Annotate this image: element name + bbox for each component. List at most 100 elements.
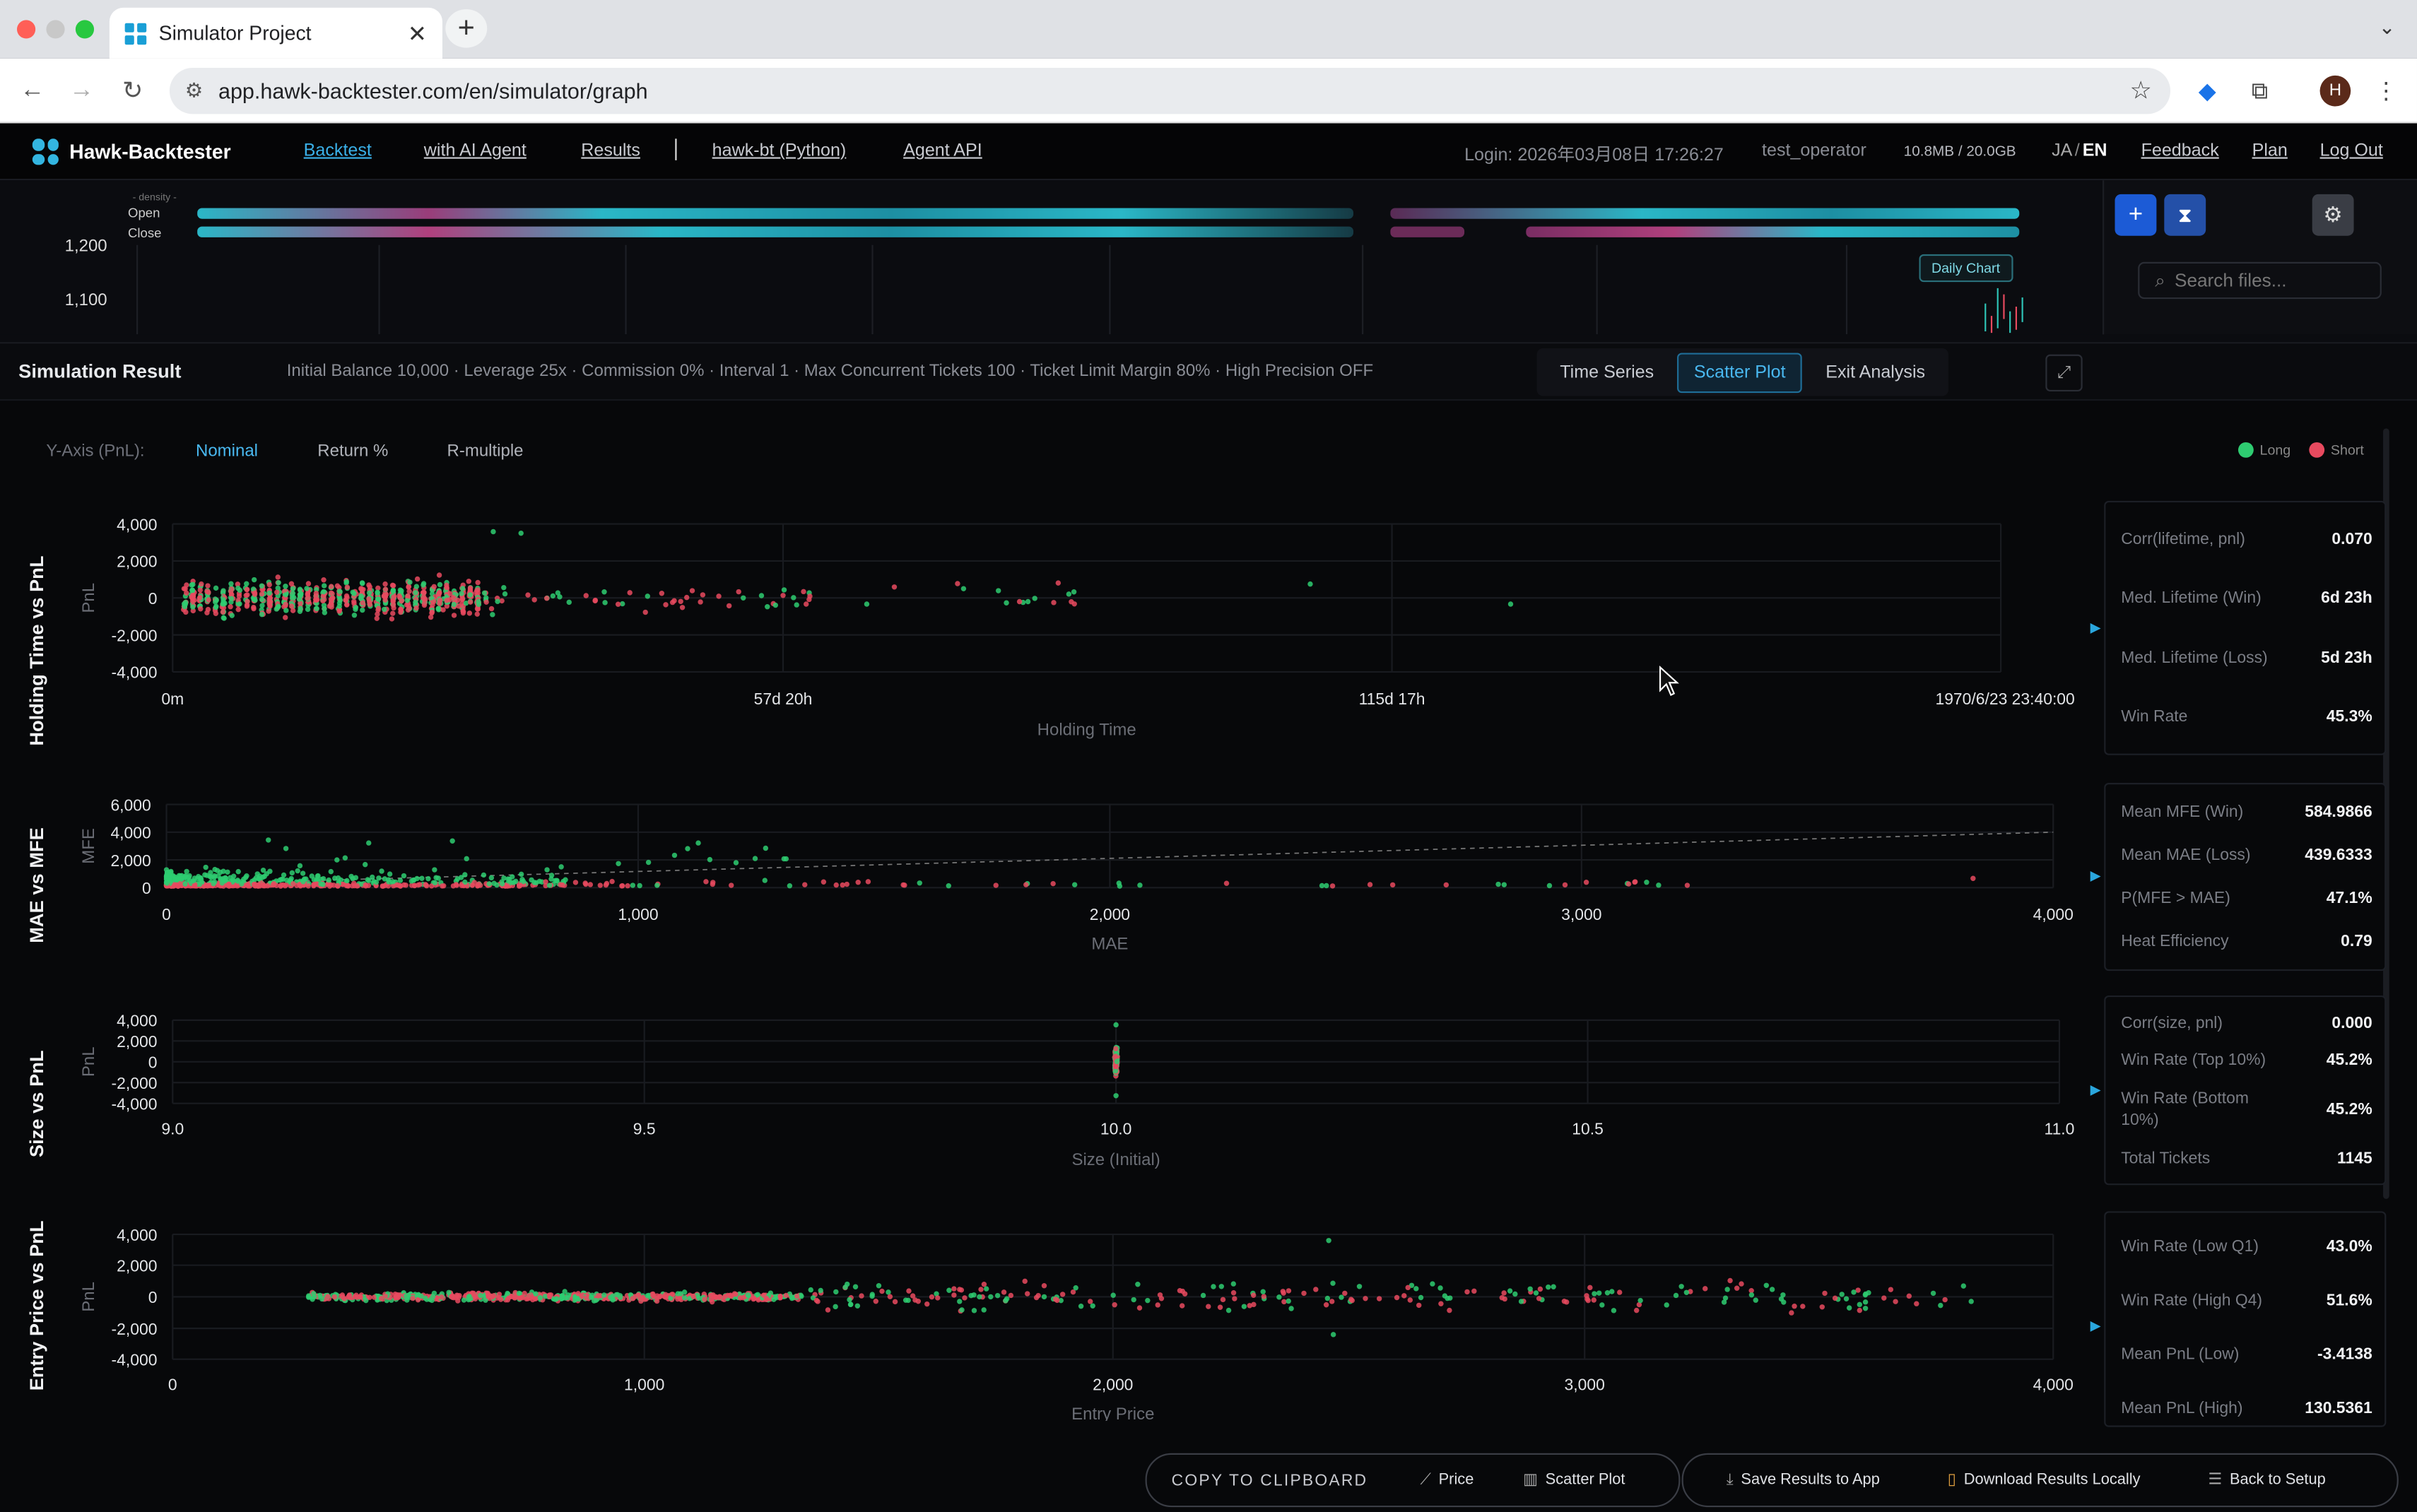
scatter-point (873, 1299, 879, 1304)
nav-ai-agent[interactable]: with AI Agent (424, 142, 527, 160)
x-axis-label: Holding Time (1037, 720, 1136, 739)
bookmark-star-icon[interactable]: ☆ (2130, 76, 2152, 107)
scatter-point (382, 606, 387, 613)
scatter-point (182, 873, 189, 879)
scatter-point (423, 596, 428, 602)
scatter-point (1656, 882, 1662, 888)
file-icon: ▯ (1947, 1471, 1956, 1489)
gear-icon[interactable]: ⚙ (2312, 194, 2354, 236)
scatter-point (321, 589, 327, 595)
scatter-point (1551, 1284, 1556, 1289)
x-tick-label: 1,000 (618, 905, 658, 923)
browser-tab[interactable]: Simulator Project ✕ (109, 7, 442, 59)
scatter-point (583, 1295, 589, 1301)
price-view-button[interactable]: ⟋ Price (1420, 1472, 1474, 1489)
profile-avatar[interactable]: H (2319, 75, 2351, 107)
add-file-button[interactable]: + (2115, 194, 2157, 236)
entry-price-scatter[interactable]: 4,000 2,000 0 -2,000 -4,000 0 1,000 2,000 3,000 4… (61, 1220, 2096, 1421)
nav-hawk-bt-python[interactable]: hawk-bt (Python) (712, 142, 847, 160)
forward-arrow-icon[interactable]: → (61, 71, 102, 111)
scatter-point (421, 589, 427, 596)
scatter-point (1247, 1303, 1252, 1309)
reload-icon[interactable]: ↻ (112, 71, 153, 111)
minimize-window-button[interactable] (46, 20, 65, 39)
x-tick-label: 115d 17h (1359, 690, 1425, 708)
scatter-point (175, 883, 181, 889)
y-mode-nominal[interactable]: Nominal (196, 442, 258, 461)
holding-time-scatter[interactable]: 4,000 2,000 0 -2,000 -4,0000m 57d 20h 115d 17h… (61, 509, 2096, 748)
nav-backtest[interactable]: Backtest (304, 142, 372, 160)
y-mode-return[interactable]: Return % (317, 442, 388, 461)
scatter-point (736, 589, 741, 595)
nav-plan[interactable]: Plan (2252, 142, 2288, 160)
scatter-point (1218, 1284, 1225, 1289)
expand-arrow-icon[interactable]: ▶ (2090, 868, 2101, 885)
y-tick-label: -4,000 (112, 1094, 158, 1113)
scatter-point (390, 583, 396, 589)
scatter-view-button[interactable]: ▥ Scatter Plot (1523, 1472, 1625, 1489)
scatter-point (1051, 600, 1057, 606)
fullscreen-icon[interactable]: ⤢ (2045, 354, 2083, 392)
mae-mfe-scatter[interactable]: 6,000 4,000 2,000 00 1,000 2,000 3,000 4,000 MAE… (61, 789, 2096, 959)
tab-scatter-plot[interactable]: Scatter Plot (1676, 352, 1803, 393)
tab-exit-analysis[interactable]: Exit Analysis (1809, 352, 1942, 392)
scatter-point (328, 868, 334, 875)
expand-arrow-icon[interactable]: ▶ (2090, 620, 2101, 637)
scatter-point (1073, 1285, 1078, 1291)
scatter-point (164, 872, 170, 878)
daily-chart-button[interactable]: Daily Chart (1919, 254, 2013, 283)
tab-list-chevron-icon[interactable]: ⌄ (2379, 16, 2396, 40)
expand-arrow-icon[interactable]: ▶ (2090, 1082, 2101, 1099)
download-results-button[interactable]: ▯ Download Results Locally (1948, 1472, 2141, 1489)
chart-title-mae-mfe: MAE vs MFE (26, 827, 48, 943)
site-info-icon[interactable]: ⚙ (185, 78, 203, 103)
scatter-point (343, 580, 349, 586)
size-scatter[interactable]: 4,000 2,000 0 -2,000 -4,0009.0 9.5 10.0 10.5 11.… (61, 1005, 2096, 1174)
scatter-point (645, 859, 652, 866)
y-mode-r-multiple[interactable]: R-multiple (447, 442, 524, 461)
scatter-point (466, 579, 471, 584)
expand-arrow-icon[interactable]: ▶ (2090, 1318, 2101, 1335)
scatter-point (251, 604, 257, 610)
address-bar[interactable]: ⚙ app.hawk-backtester.com/en/simulator/g… (169, 67, 2171, 114)
nav-agent-api[interactable]: Agent API (903, 142, 982, 160)
back-to-setup-button[interactable]: ☰ Back to Setup (2208, 1472, 2325, 1489)
lang-en[interactable]: EN (2083, 142, 2107, 160)
app-logo[interactable]: Hawk-Backtester (32, 138, 231, 165)
close-tab-icon[interactable]: ✕ (408, 19, 427, 47)
extension-shield-icon[interactable]: ◆ (2192, 76, 2223, 107)
nav-logout[interactable]: Log Out (2320, 142, 2383, 160)
lang-ja[interactable]: JA (2052, 142, 2072, 160)
scatter-point (1307, 581, 1313, 587)
hourglass-icon[interactable]: ⧗ (2164, 194, 2206, 236)
x-tick-label: 4,000 (2033, 905, 2074, 923)
browser-menu-icon[interactable]: ⋮ (2371, 76, 2402, 107)
scatter-point (378, 1296, 384, 1301)
file-search-input[interactable]: ⌕ Search files... (2138, 261, 2382, 300)
new-tab-button[interactable]: + (445, 9, 488, 48)
save-label: Save Results to App (1741, 1471, 1880, 1489)
stat-row: Med. Lifetime (Win) 6d 23h (2121, 589, 2372, 608)
back-arrow-icon[interactable]: ← (12, 71, 52, 111)
nav-feedback[interactable]: Feedback (2141, 142, 2219, 160)
scatter-point (1938, 1302, 1943, 1309)
scatter-point (716, 593, 722, 599)
scatter-point (525, 592, 531, 598)
stat-box-size: Corr(size, pnl) 0.000 Win Rate (Top 10%) 4… (2104, 996, 2387, 1186)
scatter-point (1851, 1289, 1857, 1295)
scatter-point (311, 881, 317, 887)
scatter-point (207, 873, 213, 880)
scatter-point (1281, 1299, 1287, 1305)
scatter-point (1839, 1292, 1845, 1297)
tab-time-series[interactable]: Time Series (1543, 352, 1671, 392)
scatter-point (755, 1292, 760, 1298)
scatter-point (259, 603, 265, 608)
copy-to-clipboard-button[interactable]: COPY TO CLIPBOARD (1172, 1471, 1368, 1489)
scatter-point (1211, 1284, 1216, 1289)
save-results-button[interactable]: ⤓ Save Results to App (1727, 1472, 1880, 1489)
scatter-point (659, 591, 665, 596)
extensions-puzzle-icon[interactable]: ⧉ (2245, 76, 2276, 107)
maximize-window-button[interactable] (75, 20, 95, 39)
close-window-button[interactable] (16, 20, 36, 39)
nav-results[interactable]: Results (581, 142, 640, 160)
